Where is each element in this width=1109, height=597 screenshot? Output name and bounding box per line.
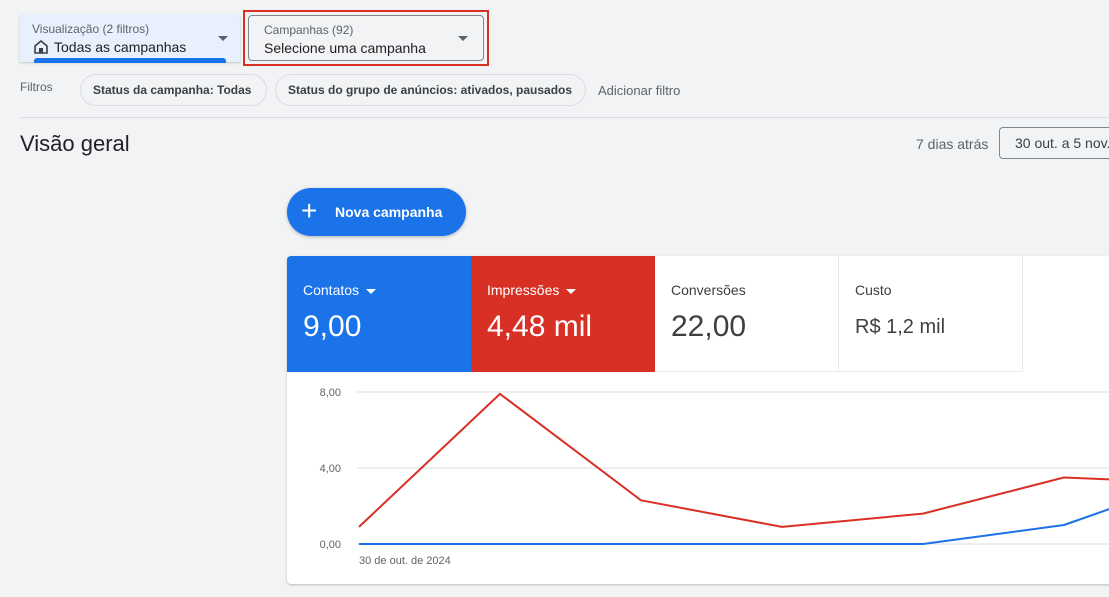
y-tick-label: 8,00 bbox=[320, 387, 341, 399]
metric-name: Conversões bbox=[671, 282, 746, 298]
new-campaign-label: Nova campanha bbox=[335, 204, 443, 220]
metric-name: Contatos bbox=[303, 282, 377, 298]
filter-chip-ad-group-status[interactable]: Status do grupo de anúncios: ativados, p… bbox=[275, 74, 586, 106]
campaign-selector[interactable]: Campanhas (92) Selecione uma campanha bbox=[248, 15, 484, 61]
metric-tile-conversoes[interactable]: Conversões 22,00 bbox=[655, 256, 839, 372]
filter-chip-campaign-status[interactable]: Status da campanha: Todas bbox=[80, 74, 267, 106]
y-tick-label: 4,00 bbox=[320, 463, 341, 475]
plus-icon: + bbox=[301, 195, 318, 226]
metric-value: 9,00 bbox=[303, 310, 362, 343]
view-selector[interactable]: Visualização (2 filtros) Todas as campan… bbox=[20, 14, 240, 63]
add-filter-button[interactable]: Adicionar filtro bbox=[598, 83, 680, 98]
performance-line-chart: 0,00 4,00 8,00 30 de out. de 2024 bbox=[320, 387, 1109, 567]
view-selector-value: Todas as campanhas bbox=[54, 39, 187, 55]
metric-name: Impressões bbox=[487, 282, 577, 298]
metric-tile-custo[interactable]: Custo R$ 1,2 mil bbox=[839, 256, 1023, 372]
y-tick-label: 0,00 bbox=[320, 539, 341, 551]
metric-tile-impressoes[interactable]: Impressões 4,48 mil bbox=[471, 256, 655, 372]
series-line-impresses bbox=[358, 392, 1109, 528]
caret-down-icon bbox=[366, 288, 377, 294]
home-icon bbox=[34, 40, 48, 54]
divider bbox=[20, 117, 1109, 118]
chevron-down-icon bbox=[458, 36, 468, 41]
date-range-picker[interactable]: 30 out. a 5 nov. bbox=[999, 127, 1109, 159]
view-selector-label: Visualização (2 filtros) bbox=[32, 22, 150, 36]
metric-value: 22,00 bbox=[671, 310, 747, 343]
new-campaign-button[interactable]: + Nova campanha bbox=[287, 188, 466, 236]
page-title: Visão geral bbox=[20, 131, 130, 156]
metric-value: R$ 1,2 mil bbox=[855, 316, 946, 338]
metric-tile-contatos[interactable]: Contatos 9,00 bbox=[287, 256, 471, 372]
campaign-selector-value: Selecione uma campanha bbox=[264, 40, 426, 56]
series-line-contatos bbox=[359, 508, 1109, 545]
date-range-label: 7 dias atrás bbox=[916, 136, 989, 152]
caret-down-icon bbox=[566, 288, 577, 294]
metric-name: Custo bbox=[855, 282, 892, 298]
x-tick-label: 30 de out. de 2024 bbox=[359, 555, 451, 567]
campaign-selector-label: Campanhas (92) bbox=[264, 23, 354, 37]
filters-label: Filtros bbox=[20, 80, 53, 94]
chevron-down-icon bbox=[218, 36, 228, 41]
active-indicator bbox=[34, 58, 226, 63]
metric-value: 4,48 mil bbox=[487, 310, 593, 343]
